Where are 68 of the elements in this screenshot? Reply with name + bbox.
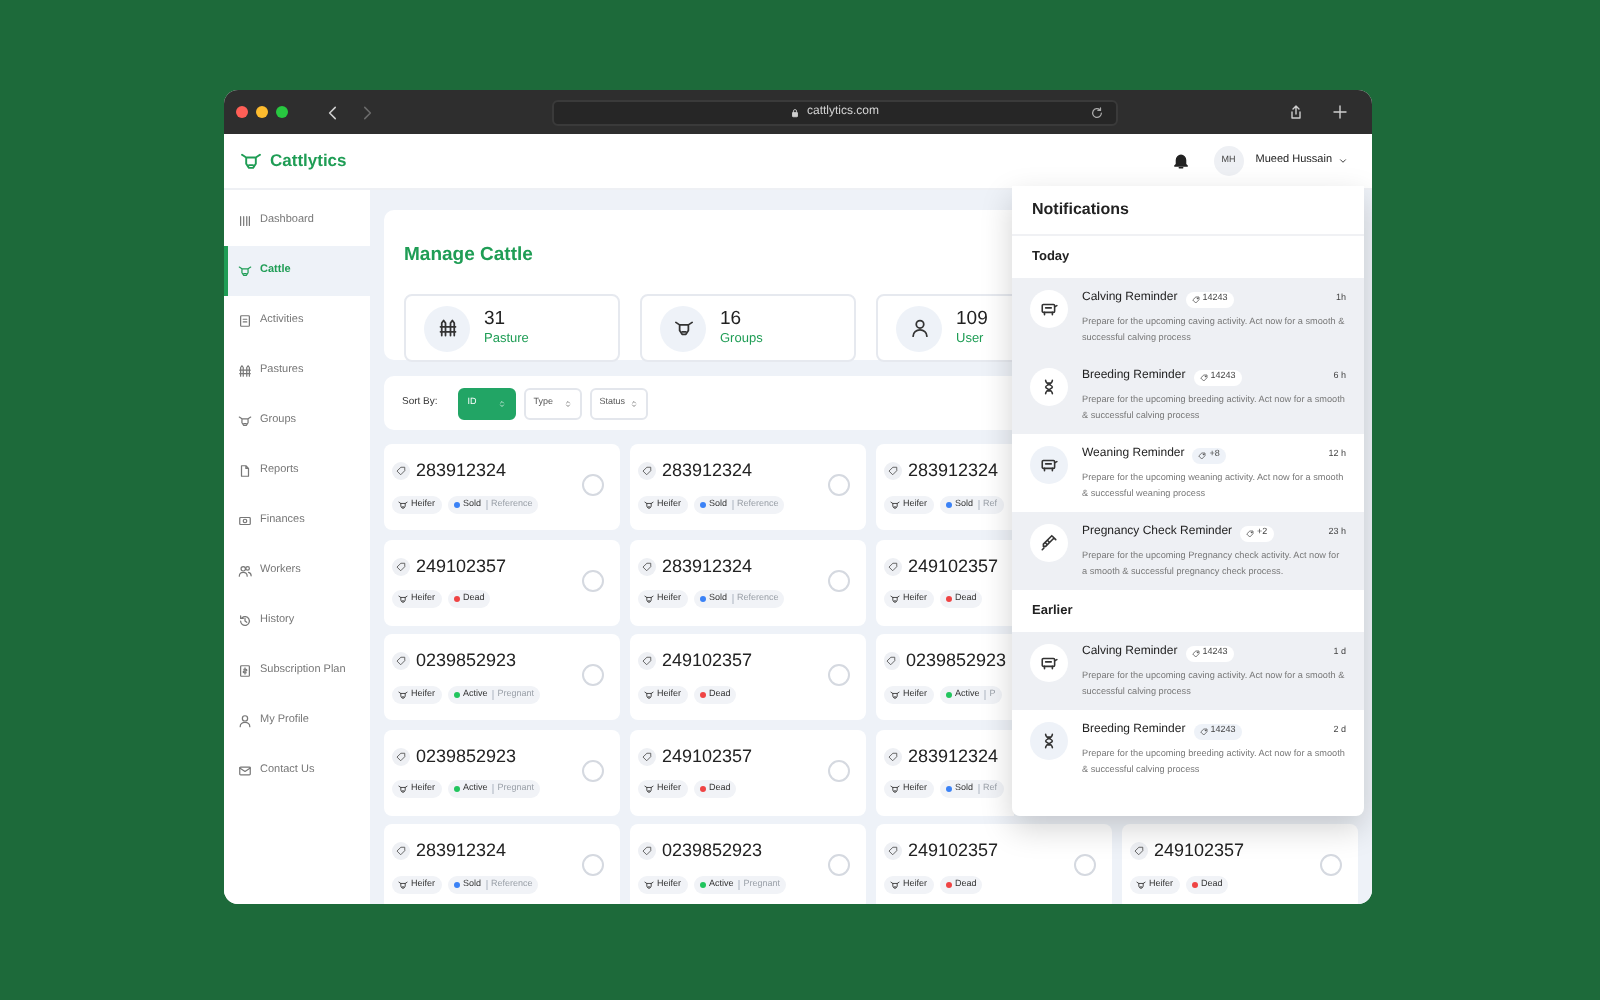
invoice-icon <box>238 664 252 678</box>
banknote-icon <box>238 514 252 528</box>
stat-value: 109 <box>956 309 988 328</box>
app-logo-text: Cattlytics <box>270 148 347 174</box>
logo-icon[interactable] <box>240 150 262 172</box>
bars-icon <box>238 214 252 228</box>
page-title: Manage Cattle <box>404 244 533 266</box>
cattle-id: 249102357 <box>662 743 753 769</box>
back-icon[interactable] <box>324 103 342 121</box>
dna-icon <box>1040 732 1058 750</box>
cattle-id: 249102357 <box>1154 838 1245 864</box>
tag-icon <box>1198 451 1207 459</box>
dna-icon <box>1040 378 1058 396</box>
tag-icon <box>392 462 410 481</box>
chevron-down-icon[interactable] <box>1338 156 1348 166</box>
tag-icon <box>1246 529 1255 537</box>
reload-icon[interactable] <box>1090 105 1104 119</box>
cattle-id: 249102357 <box>662 648 753 674</box>
cattle-id: 283912324 <box>908 458 999 484</box>
stat-value: 31 <box>484 309 508 328</box>
document-icon <box>238 314 252 328</box>
cattle-id: 283912324 <box>662 458 753 484</box>
user-icon <box>909 318 929 338</box>
cattle-id: 249102357 <box>908 838 999 864</box>
bell-icon[interactable] <box>1171 152 1190 170</box>
tag-icon <box>884 462 902 481</box>
syringe-icon <box>1040 534 1058 552</box>
lock-icon <box>790 107 801 117</box>
tag-icon <box>392 842 410 861</box>
cattle-id: 283912324 <box>416 458 507 484</box>
forward-icon[interactable] <box>358 103 376 121</box>
cattle-id: 0239852923 <box>662 838 763 864</box>
tag-icon <box>638 842 656 861</box>
tag-icon <box>392 747 410 766</box>
tag-icon <box>884 557 902 576</box>
fence-icon <box>437 318 457 338</box>
plus-icon[interactable] <box>1332 104 1348 120</box>
cattle-id: 0239852923 <box>416 743 517 769</box>
cattle-id: 283912324 <box>662 553 753 579</box>
cattle-id: 283912324 <box>908 743 999 769</box>
tag-icon <box>392 652 410 671</box>
cattle-id: 0239852923 <box>905 648 1006 674</box>
tag-icon <box>884 747 902 766</box>
tag-icon <box>638 462 656 481</box>
tag-icon <box>392 557 410 576</box>
stat-value: 16 <box>720 309 744 328</box>
tag-icon <box>1130 842 1148 861</box>
history-icon <box>238 614 252 628</box>
cattle-id: 283912324 <box>416 838 507 864</box>
cattle-id: 249102357 <box>908 553 999 579</box>
tag-icon <box>884 652 900 671</box>
tag-icon <box>638 747 656 766</box>
cattle-id: 249102357 <box>416 553 507 579</box>
tag-icon <box>1191 295 1200 303</box>
tag-icon <box>1199 373 1208 381</box>
tag-icon <box>1199 727 1208 735</box>
users-icon <box>238 564 252 578</box>
tag-icon <box>638 652 656 671</box>
tag-icon <box>884 842 902 861</box>
tag-icon <box>638 557 656 576</box>
panel-title: Notifications <box>1032 198 1129 222</box>
fence-icon <box>238 364 252 378</box>
cattle-id: 0239852923 <box>416 648 517 674</box>
mail-icon <box>238 764 252 778</box>
file-icon <box>238 464 252 478</box>
user-icon <box>238 714 252 728</box>
share-icon[interactable] <box>1288 104 1304 120</box>
tag-icon <box>1191 649 1200 657</box>
